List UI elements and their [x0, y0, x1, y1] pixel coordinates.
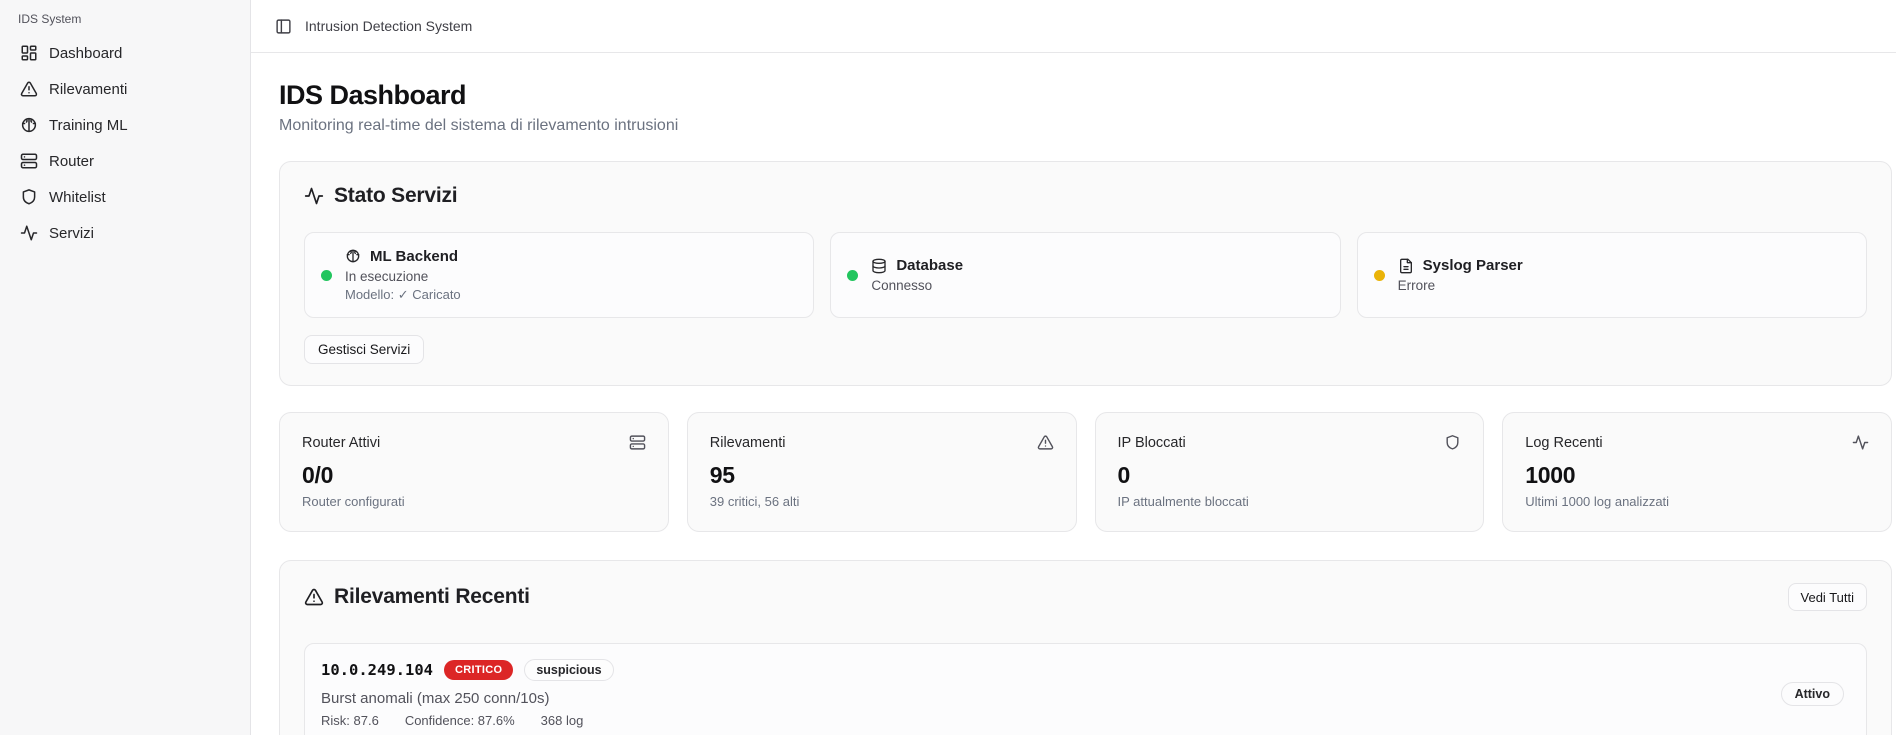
service-detail: Modello: ✓ Caricato — [345, 287, 461, 303]
server-icon — [629, 434, 646, 451]
activity-icon — [20, 224, 38, 242]
stat-subtitle: Ultimi 1000 log analizzati — [1525, 494, 1869, 509]
service-status: In esecuzione — [345, 269, 461, 284]
stats-grid: Router Attivi 0/0 Router configurati Ril… — [279, 412, 1892, 532]
stat-subtitle: Router configurati — [302, 494, 646, 509]
activity-icon — [304, 186, 324, 206]
sidebar-item-label: Router — [49, 153, 94, 170]
sidebar-item-router[interactable]: Router — [12, 145, 238, 177]
topbar-title: Intrusion Detection System — [305, 18, 472, 34]
page-subtitle: Monitoring real-time del sistema di rile… — [279, 117, 1892, 135]
sidebar-item-training-ml[interactable]: Training ML — [12, 109, 238, 141]
service-status: Connesso — [871, 278, 963, 293]
stat-card-log-recenti: Log Recenti 1000 Ultimi 1000 log analizz… — [1502, 412, 1892, 532]
sidebar-item-label: Whitelist — [49, 189, 106, 206]
database-icon — [871, 258, 887, 274]
detection-log-count: 368 log — [541, 713, 584, 728]
alert-triangle-icon — [20, 80, 38, 98]
sidebar-item-label: Servizi — [49, 225, 94, 242]
app-window: IDS System Dashboard Rilevamenti Trainin… — [0, 0, 1896, 735]
page-title: IDS Dashboard — [279, 80, 1892, 111]
file-text-icon — [1398, 258, 1414, 274]
activity-icon — [1852, 434, 1869, 451]
status-dot-yellow — [1374, 270, 1385, 281]
status-dot-green — [321, 270, 332, 281]
detection-state-badge: Attivo — [1781, 682, 1844, 706]
service-syslog-parser: Syslog Parser Errore — [1357, 232, 1867, 318]
brain-icon — [345, 248, 361, 264]
manage-services-button[interactable]: Gestisci Servizi — [304, 335, 424, 364]
stat-title: Rilevamenti — [710, 435, 786, 451]
detection-ip: 10.0.249.104 — [321, 661, 433, 679]
sidebar-item-dashboard[interactable]: Dashboard — [12, 37, 238, 69]
panel-left-icon — [275, 18, 292, 35]
shield-icon — [20, 188, 38, 206]
service-ml-backend: ML Backend In esecuzione Modello: ✓ Cari… — [304, 232, 814, 318]
sidebar-toggle-button[interactable] — [275, 18, 292, 35]
detections-card-title: Rilevamenti Recenti — [334, 585, 530, 609]
services-card-header: Stato Servizi — [304, 184, 1867, 208]
stat-card-ip-bloccati: IP Bloccati 0 IP attualmente bloccati — [1095, 412, 1485, 532]
sidebar-app-title: IDS System — [12, 10, 238, 28]
stat-subtitle: 39 critici, 56 alti — [710, 494, 1054, 509]
stat-title: Router Attivi — [302, 435, 380, 451]
stat-title: Log Recenti — [1525, 435, 1602, 451]
detection-tag-badge: suspicious — [524, 659, 613, 681]
severity-badge: CRITICO — [444, 660, 513, 680]
detection-description: Burst anomali (max 250 conn/10s) — [321, 690, 614, 707]
status-dot-green — [847, 270, 858, 281]
server-icon — [20, 152, 38, 170]
stat-value: 95 — [710, 462, 1054, 489]
alert-triangle-icon — [304, 587, 324, 607]
service-database: Database Connesso — [830, 232, 1340, 318]
alert-triangle-icon — [1037, 434, 1054, 451]
stat-card-rilevamenti: Rilevamenti 95 39 critici, 56 alti — [687, 412, 1077, 532]
shield-icon — [1444, 434, 1461, 451]
stat-value: 0/0 — [302, 462, 646, 489]
service-status: Errore — [1398, 278, 1523, 293]
sidebar-item-label: Training ML — [49, 117, 128, 134]
services-grid: ML Backend In esecuzione Modello: ✓ Cari… — [304, 232, 1867, 318]
stat-card-router-attivi: Router Attivi 0/0 Router configurati — [279, 412, 669, 532]
service-name: Database — [896, 257, 963, 274]
sidebar-item-rilevamenti[interactable]: Rilevamenti — [12, 73, 238, 105]
services-card-title: Stato Servizi — [334, 184, 457, 208]
detection-list-item: 10.0.249.104 CRITICO suspicious Burst an… — [304, 643, 1867, 735]
main-area: Intrusion Detection System IDS Dashboard… — [251, 0, 1896, 735]
stat-value: 1000 — [1525, 462, 1869, 489]
sidebar-item-whitelist[interactable]: Whitelist — [12, 181, 238, 213]
sidebar: IDS System Dashboard Rilevamenti Trainin… — [0, 0, 251, 735]
recent-detections-card: Rilevamenti Recenti Vedi Tutti 10.0.249.… — [279, 560, 1892, 735]
dashboard-icon — [20, 44, 38, 62]
sidebar-item-servizi[interactable]: Servizi — [12, 217, 238, 249]
stat-value: 0 — [1118, 462, 1462, 489]
sidebar-item-label: Dashboard — [49, 45, 122, 62]
service-name: ML Backend — [370, 248, 458, 265]
topbar: Intrusion Detection System — [251, 0, 1896, 53]
view-all-button[interactable]: Vedi Tutti — [1788, 583, 1867, 611]
detections-card-header: Rilevamenti Recenti Vedi Tutti — [304, 583, 1867, 611]
detection-details: 10.0.249.104 CRITICO suspicious Burst an… — [321, 659, 614, 728]
service-name: Syslog Parser — [1423, 257, 1523, 274]
detection-confidence: Confidence: 87.6% — [405, 713, 515, 728]
stat-title: IP Bloccati — [1118, 435, 1186, 451]
services-status-card: Stato Servizi ML Backend In esecuzione M… — [279, 161, 1892, 386]
sidebar-item-label: Rilevamenti — [49, 81, 127, 98]
brain-icon — [20, 116, 38, 134]
detection-risk: Risk: 87.6 — [321, 713, 379, 728]
stat-subtitle: IP attualmente bloccati — [1118, 494, 1462, 509]
page-content: IDS Dashboard Monitoring real-time del s… — [251, 53, 1896, 735]
